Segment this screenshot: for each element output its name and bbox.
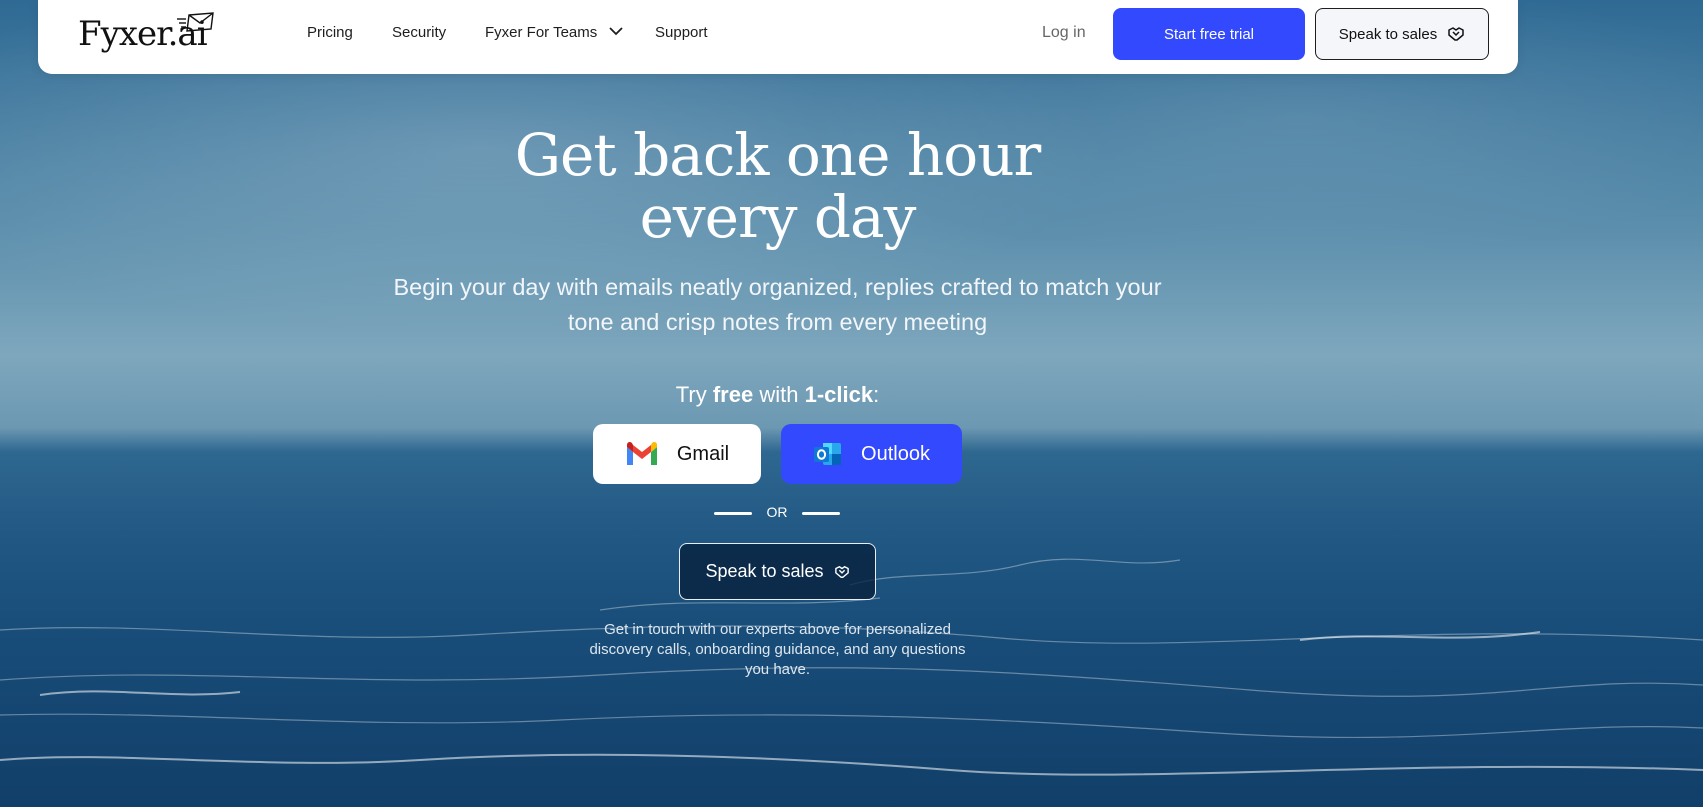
try-free-label: Try free with 1-click: [560,382,995,408]
nav-security[interactable]: Security [392,24,446,41]
login-link[interactable]: Log in [1042,24,1086,42]
hero-title-line1: Get back one hour [514,121,1042,189]
speak-to-sales-hero-button[interactable]: Speak to sales [679,543,876,600]
or-divider: OR [714,503,840,523]
try-prefix: Try [675,382,713,407]
handshake-icon [834,565,849,578]
start-free-trial-label: Start free trial [1163,25,1255,43]
sales-note: Get in touch with our experts above for … [570,620,985,680]
nav-fyxer-for-teams-label: Fyxer For Teams [485,24,598,41]
try-suffix: : [873,382,880,407]
gmail-icon [626,441,657,465]
outlook-icon [814,443,842,465]
outlook-signup-button[interactable]: Outlook [781,424,962,484]
sales-note-line1: Get in touch with our experts above for … [604,621,951,638]
hero-subtitle-line1: Begin your day with emails neatly organi… [393,274,1162,300]
try-mid: with [753,382,805,407]
speak-to-sales-hero-label: Speak to sales [705,561,824,581]
chevron-down-icon [609,27,624,36]
try-oneclick-bold: 1-click [804,382,874,407]
nav-fyxer-for-teams[interactable]: Fyxer For Teams [485,24,624,41]
sales-note-line2: discovery calls, onboarding guidance, an… [589,641,966,658]
hero-subtitle-line2: tone and crisp notes from every meeting [567,309,988,335]
sales-note-line3: you have. [744,661,811,678]
hero-title-line2: every day [639,183,917,251]
or-line-right [802,512,840,515]
speak-to-sales-header-label: Speak to sales [1338,25,1438,43]
handshake-icon [1448,27,1464,41]
mail-logo-icon [177,12,214,32]
top-navbar: Fyxer.ai Pricing Security Fyxer For Team… [38,0,1518,74]
outlook-label: Outlook [861,442,930,465]
gmail-label: Gmail [676,442,730,465]
nav-pricing[interactable]: Pricing [307,24,353,41]
hero-title: Get back one hour every day [400,124,1155,248]
try-free-bold: free [712,382,754,407]
speak-to-sales-header-button[interactable]: Speak to sales [1315,8,1489,60]
gmail-signup-button[interactable]: Gmail [593,424,761,484]
nav-support[interactable]: Support [655,24,708,41]
start-free-trial-button[interactable]: Start free trial [1113,8,1305,60]
hero-subtitle: Begin your day with emails neatly organi… [340,270,1215,340]
